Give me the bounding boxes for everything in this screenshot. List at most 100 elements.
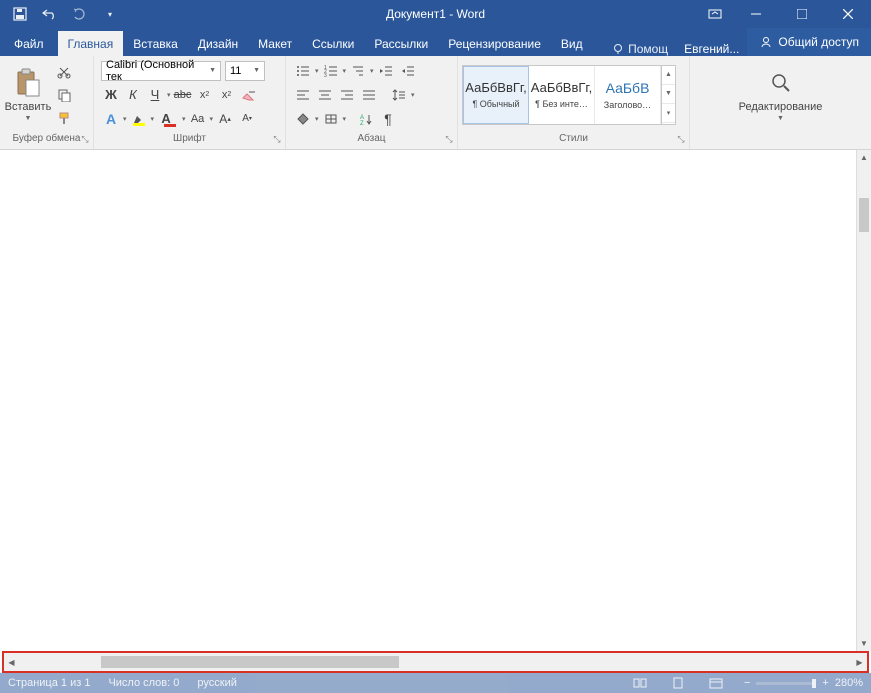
zoom-level[interactable]: 280%	[835, 677, 863, 689]
multilevel-list-icon[interactable]	[348, 61, 368, 81]
horizontal-scrollbar[interactable]: ◀ ▶	[4, 653, 867, 671]
chevron-down-icon[interactable]: ▾	[343, 67, 347, 75]
decrease-indent-icon[interactable]	[376, 61, 396, 81]
tab-view[interactable]: Вид	[551, 31, 593, 56]
chevron-down-icon[interactable]: ▾	[315, 115, 319, 123]
tab-references[interactable]: Ссылки	[302, 31, 364, 56]
align-center-icon[interactable]	[315, 85, 335, 105]
maximize-button[interactable]	[779, 0, 825, 28]
cut-icon[interactable]	[54, 62, 74, 82]
change-case-icon[interactable]: Aa	[188, 109, 208, 129]
undo-icon[interactable]	[42, 6, 58, 22]
align-right-icon[interactable]	[337, 85, 357, 105]
chevron-down-icon[interactable]: ▼	[209, 67, 216, 74]
font-launcher-icon[interactable]: ⤡	[271, 134, 283, 146]
format-painter-icon[interactable]	[54, 108, 74, 128]
borders-icon[interactable]	[321, 109, 341, 129]
italic-button[interactable]: К	[123, 85, 143, 105]
font-size-input[interactable]: 11▼	[225, 61, 265, 81]
style-no-spacing[interactable]: АаБбВвГг, ¶ Без инте…	[529, 66, 595, 124]
styles-down-icon[interactable]: ▼	[662, 85, 675, 104]
scroll-up-icon[interactable]: ▲	[857, 150, 871, 165]
zoom-slider[interactable]	[756, 682, 816, 685]
tab-layout[interactable]: Макет	[248, 31, 302, 56]
close-button[interactable]	[825, 0, 871, 28]
qat-customize-icon[interactable]: ▾	[102, 6, 118, 22]
tab-file[interactable]: Файл	[0, 31, 58, 56]
chevron-down-icon[interactable]: ▾	[123, 115, 127, 123]
clipboard-launcher-icon[interactable]: ⤡	[79, 134, 91, 146]
word-count[interactable]: Число слов: 0	[108, 677, 179, 689]
scroll-thumb[interactable]	[101, 656, 399, 668]
scroll-right-icon[interactable]: ▶	[852, 653, 867, 671]
document-canvas[interactable]	[0, 150, 856, 651]
redo-icon[interactable]	[72, 6, 88, 22]
styles-gallery[interactable]: АаБбВвГг, ¶ Обычный АаБбВвГг, ¶ Без инте…	[462, 65, 676, 125]
strikethrough-button[interactable]: abc	[173, 85, 193, 105]
chevron-down-icon[interactable]: ▾	[182, 115, 186, 123]
vertical-scrollbar[interactable]: ▲ ▼	[856, 150, 871, 651]
sort-icon[interactable]: AZ	[356, 109, 376, 129]
group-clipboard: Вставить ▼ Буфер обмена⤡	[0, 56, 94, 149]
grow-font-icon[interactable]: A▴	[215, 109, 235, 129]
shrink-font-icon[interactable]: A▾	[237, 109, 257, 129]
copy-icon[interactable]	[54, 85, 74, 105]
styles-up-icon[interactable]: ▲	[662, 66, 675, 85]
scroll-left-icon[interactable]: ◀	[4, 653, 19, 671]
chevron-down-icon[interactable]: ▾	[411, 91, 415, 99]
tell-me[interactable]: Помощ	[604, 42, 676, 56]
superscript-button[interactable]: x2	[217, 85, 237, 105]
highlight-icon[interactable]	[129, 109, 149, 129]
zoom-out-icon[interactable]: −	[744, 677, 750, 689]
page-status[interactable]: Страница 1 из 1	[8, 677, 90, 689]
chevron-down-icon[interactable]: ▾	[343, 115, 347, 123]
scroll-down-icon[interactable]: ▼	[857, 636, 871, 651]
scroll-thumb[interactable]	[859, 198, 869, 232]
style-normal[interactable]: АаБбВвГг, ¶ Обычный	[463, 66, 529, 124]
styles-launcher-icon[interactable]: ⤡	[675, 134, 687, 146]
tab-insert[interactable]: Вставка	[123, 31, 188, 56]
underline-button[interactable]: Ч	[145, 85, 165, 105]
show-marks-icon[interactable]: ¶	[378, 109, 398, 129]
print-layout-icon[interactable]	[668, 674, 688, 692]
tab-mailings[interactable]: Рассылки	[364, 31, 438, 56]
paragraph-launcher-icon[interactable]: ⤡	[443, 134, 455, 146]
style-heading1[interactable]: АаБбВ Заголово…	[595, 66, 661, 124]
web-layout-icon[interactable]	[706, 674, 726, 692]
style-preview: АаБбВвГг,	[465, 80, 526, 95]
chevron-down-icon[interactable]: ▾	[151, 115, 155, 123]
chevron-down-icon[interactable]: ▼	[253, 67, 260, 74]
group-label-styles: Стили⤡	[458, 133, 689, 149]
language-status[interactable]: русский	[197, 677, 236, 689]
tab-home[interactable]: Главная	[58, 31, 124, 56]
bold-button[interactable]: Ж	[101, 85, 121, 105]
paste-button[interactable]: Вставить ▼	[4, 59, 52, 130]
styles-more-icon[interactable]: ▾	[662, 104, 675, 123]
share-button[interactable]: Общий доступ	[747, 28, 871, 56]
bullets-icon[interactable]	[293, 61, 313, 81]
zoom-in-icon[interactable]: +	[822, 677, 828, 689]
chevron-down-icon[interactable]: ▾	[315, 67, 319, 75]
font-name-input[interactable]: Calibri (Основной тек▼	[101, 61, 221, 81]
line-spacing-icon[interactable]	[389, 85, 409, 105]
read-mode-icon[interactable]	[630, 674, 650, 692]
shading-icon[interactable]	[293, 109, 313, 129]
chevron-down-icon[interactable]: ▾	[167, 91, 171, 99]
tab-review[interactable]: Рецензирование	[438, 31, 551, 56]
text-effects-icon[interactable]: A	[101, 109, 121, 129]
user-name[interactable]: Евгений...	[676, 42, 747, 56]
clear-formatting-icon[interactable]	[239, 85, 259, 105]
minimize-button[interactable]	[733, 0, 779, 28]
ribbon-options-icon[interactable]	[705, 4, 725, 24]
chevron-down-icon[interactable]: ▾	[210, 115, 214, 123]
justify-icon[interactable]	[359, 85, 379, 105]
editing-button[interactable]: Редактирование ▼	[731, 59, 831, 130]
tab-design[interactable]: Дизайн	[188, 31, 248, 56]
scroll-track[interactable]	[19, 653, 852, 671]
increase-indent-icon[interactable]	[398, 61, 418, 81]
save-icon[interactable]	[12, 6, 28, 22]
subscript-button[interactable]: x2	[195, 85, 215, 105]
chevron-down-icon[interactable]: ▾	[370, 67, 374, 75]
numbering-icon[interactable]: 123	[321, 61, 341, 81]
align-left-icon[interactable]	[293, 85, 313, 105]
